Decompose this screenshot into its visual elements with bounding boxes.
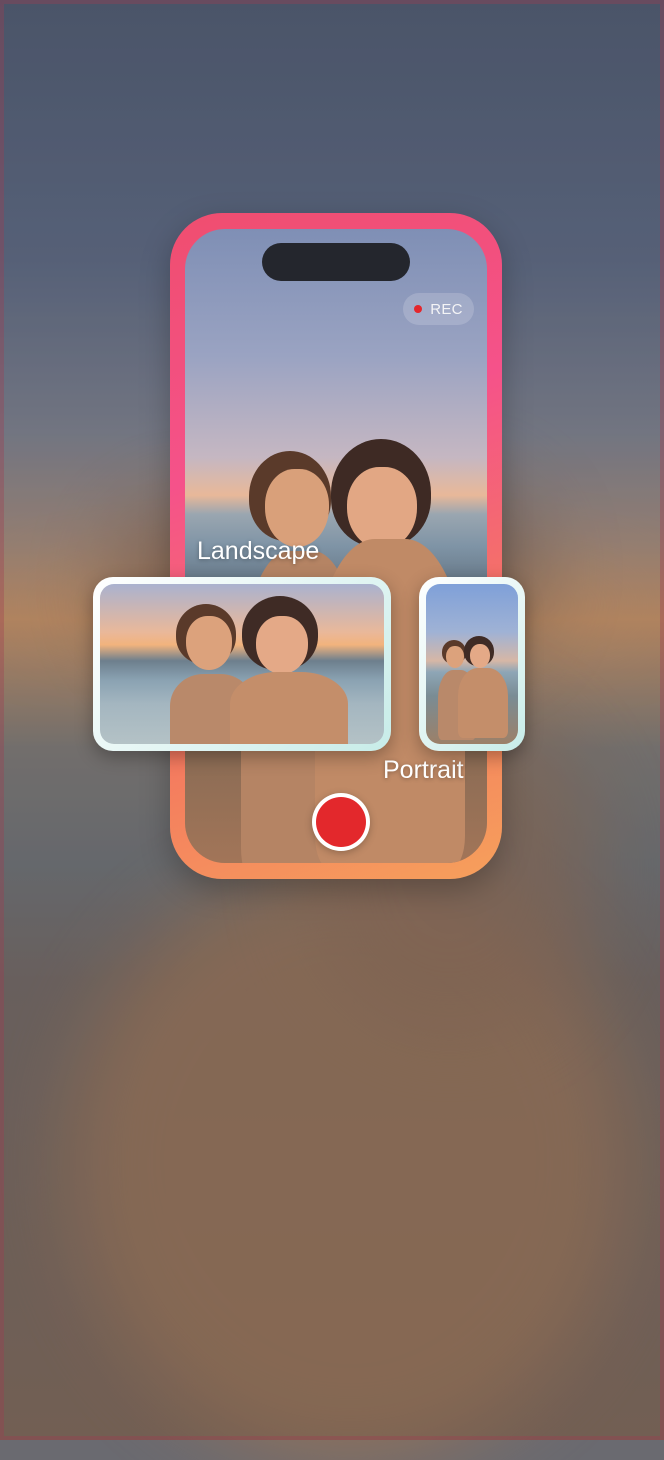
record-button-inner bbox=[316, 797, 366, 847]
landscape-mode-label: Landscape bbox=[197, 537, 320, 565]
portrait-preview-image bbox=[426, 584, 518, 744]
preview-subject-right bbox=[458, 636, 508, 738]
recording-label: REC bbox=[430, 300, 463, 318]
record-button[interactable] bbox=[312, 793, 370, 851]
recording-indicator: REC bbox=[403, 293, 474, 325]
landscape-preview-card[interactable] bbox=[93, 577, 391, 751]
portrait-mode-label: Portrait bbox=[383, 756, 464, 784]
portrait-preview-card[interactable] bbox=[419, 577, 525, 751]
record-dot-icon bbox=[414, 305, 423, 313]
dynamic-island bbox=[262, 243, 410, 281]
preview-subject-right bbox=[230, 596, 348, 744]
landscape-preview-image bbox=[100, 584, 384, 744]
